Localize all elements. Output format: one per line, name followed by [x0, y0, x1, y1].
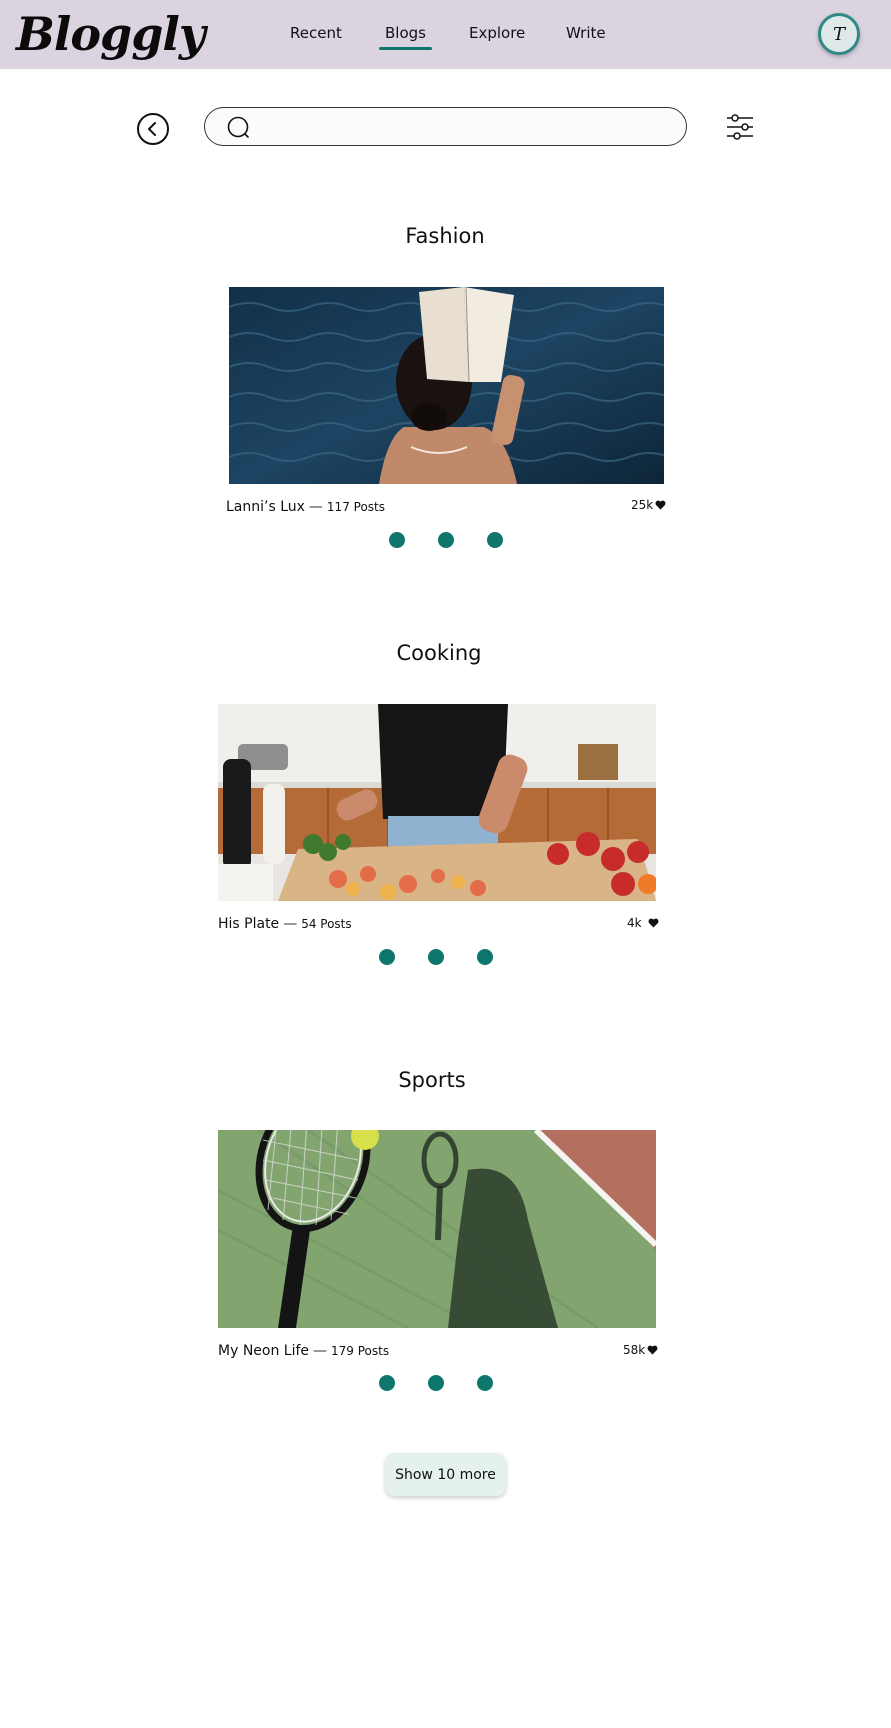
search-bar[interactable]: [204, 107, 687, 146]
section-title-sports: Sports: [398, 1068, 466, 1092]
nav-explore[interactable]: Explore: [469, 24, 525, 42]
blog-card-image-cooking[interactable]: [218, 704, 656, 901]
like-count[interactable]: 4k: [627, 916, 659, 930]
search-input[interactable]: [261, 112, 671, 142]
avatar-initial: T: [832, 23, 845, 45]
blog-name[interactable]: His Plate: [218, 916, 279, 932]
top-navigation-bar: Bloggly Recent Blogs Explore Write T: [0, 0, 891, 69]
carousel-dot[interactable]: [379, 1375, 395, 1391]
blog-name[interactable]: My Neon Life: [218, 1343, 309, 1359]
blog-meta-sports: My Neon Life —179 Posts: [218, 1343, 390, 1359]
like-count-value: 4k: [627, 916, 642, 930]
carousel-dots-cooking: [379, 949, 493, 965]
sliders-icon[interactable]: [726, 113, 754, 141]
blog-name[interactable]: Lanni’s Lux: [226, 499, 305, 515]
carousel-dots-fashion: [389, 532, 503, 548]
section-title-fashion: Fashion: [405, 224, 485, 248]
post-count: 179 Posts: [331, 1344, 390, 1358]
nav-write[interactable]: Write: [566, 24, 606, 42]
post-count: 54 Posts: [301, 917, 352, 931]
blog-meta-fashion: Lanni’s Lux —117 Posts: [226, 499, 385, 515]
show-more-button[interactable]: Show 10 more: [385, 1453, 506, 1496]
blog-meta-cooking: His Plate —54 Posts: [218, 916, 352, 932]
nav-blogs[interactable]: Blogs: [379, 24, 432, 50]
man-cooking-kitchen-image: [218, 704, 656, 901]
like-count[interactable]: 58k: [623, 1343, 658, 1357]
woman-reading-in-water-image: [229, 287, 664, 484]
back-button[interactable]: [137, 113, 169, 145]
chevron-left-icon: [148, 122, 156, 136]
carousel-dot[interactable]: [438, 532, 454, 548]
heart-icon: [647, 1345, 658, 1355]
carousel-dot[interactable]: [477, 1375, 493, 1391]
carousel-dot[interactable]: [487, 532, 503, 548]
post-count: 117 Posts: [326, 500, 385, 514]
carousel-dot[interactable]: [389, 532, 405, 548]
heart-icon: [648, 918, 659, 928]
section-title-cooking: Cooking: [396, 641, 482, 665]
user-avatar[interactable]: T: [818, 13, 860, 55]
search-icon: [227, 116, 249, 138]
bloggly-logo[interactable]: Bloggly: [16, 6, 206, 62]
carousel-dot[interactable]: [477, 949, 493, 965]
like-count-value: 25k: [631, 498, 654, 512]
carousel-dot[interactable]: [379, 949, 395, 965]
blog-card-image-fashion[interactable]: [229, 287, 664, 484]
tennis-racket-shadow-image: [218, 1130, 656, 1328]
like-count[interactable]: 25k: [631, 498, 666, 512]
carousel-dot[interactable]: [428, 1375, 444, 1391]
like-count-value: 58k: [623, 1343, 646, 1357]
blog-card-image-sports[interactable]: [218, 1130, 656, 1328]
nav-recent[interactable]: Recent: [290, 24, 342, 42]
carousel-dot[interactable]: [428, 949, 444, 965]
carousel-dots-sports: [379, 1375, 493, 1391]
heart-icon: [655, 500, 666, 510]
